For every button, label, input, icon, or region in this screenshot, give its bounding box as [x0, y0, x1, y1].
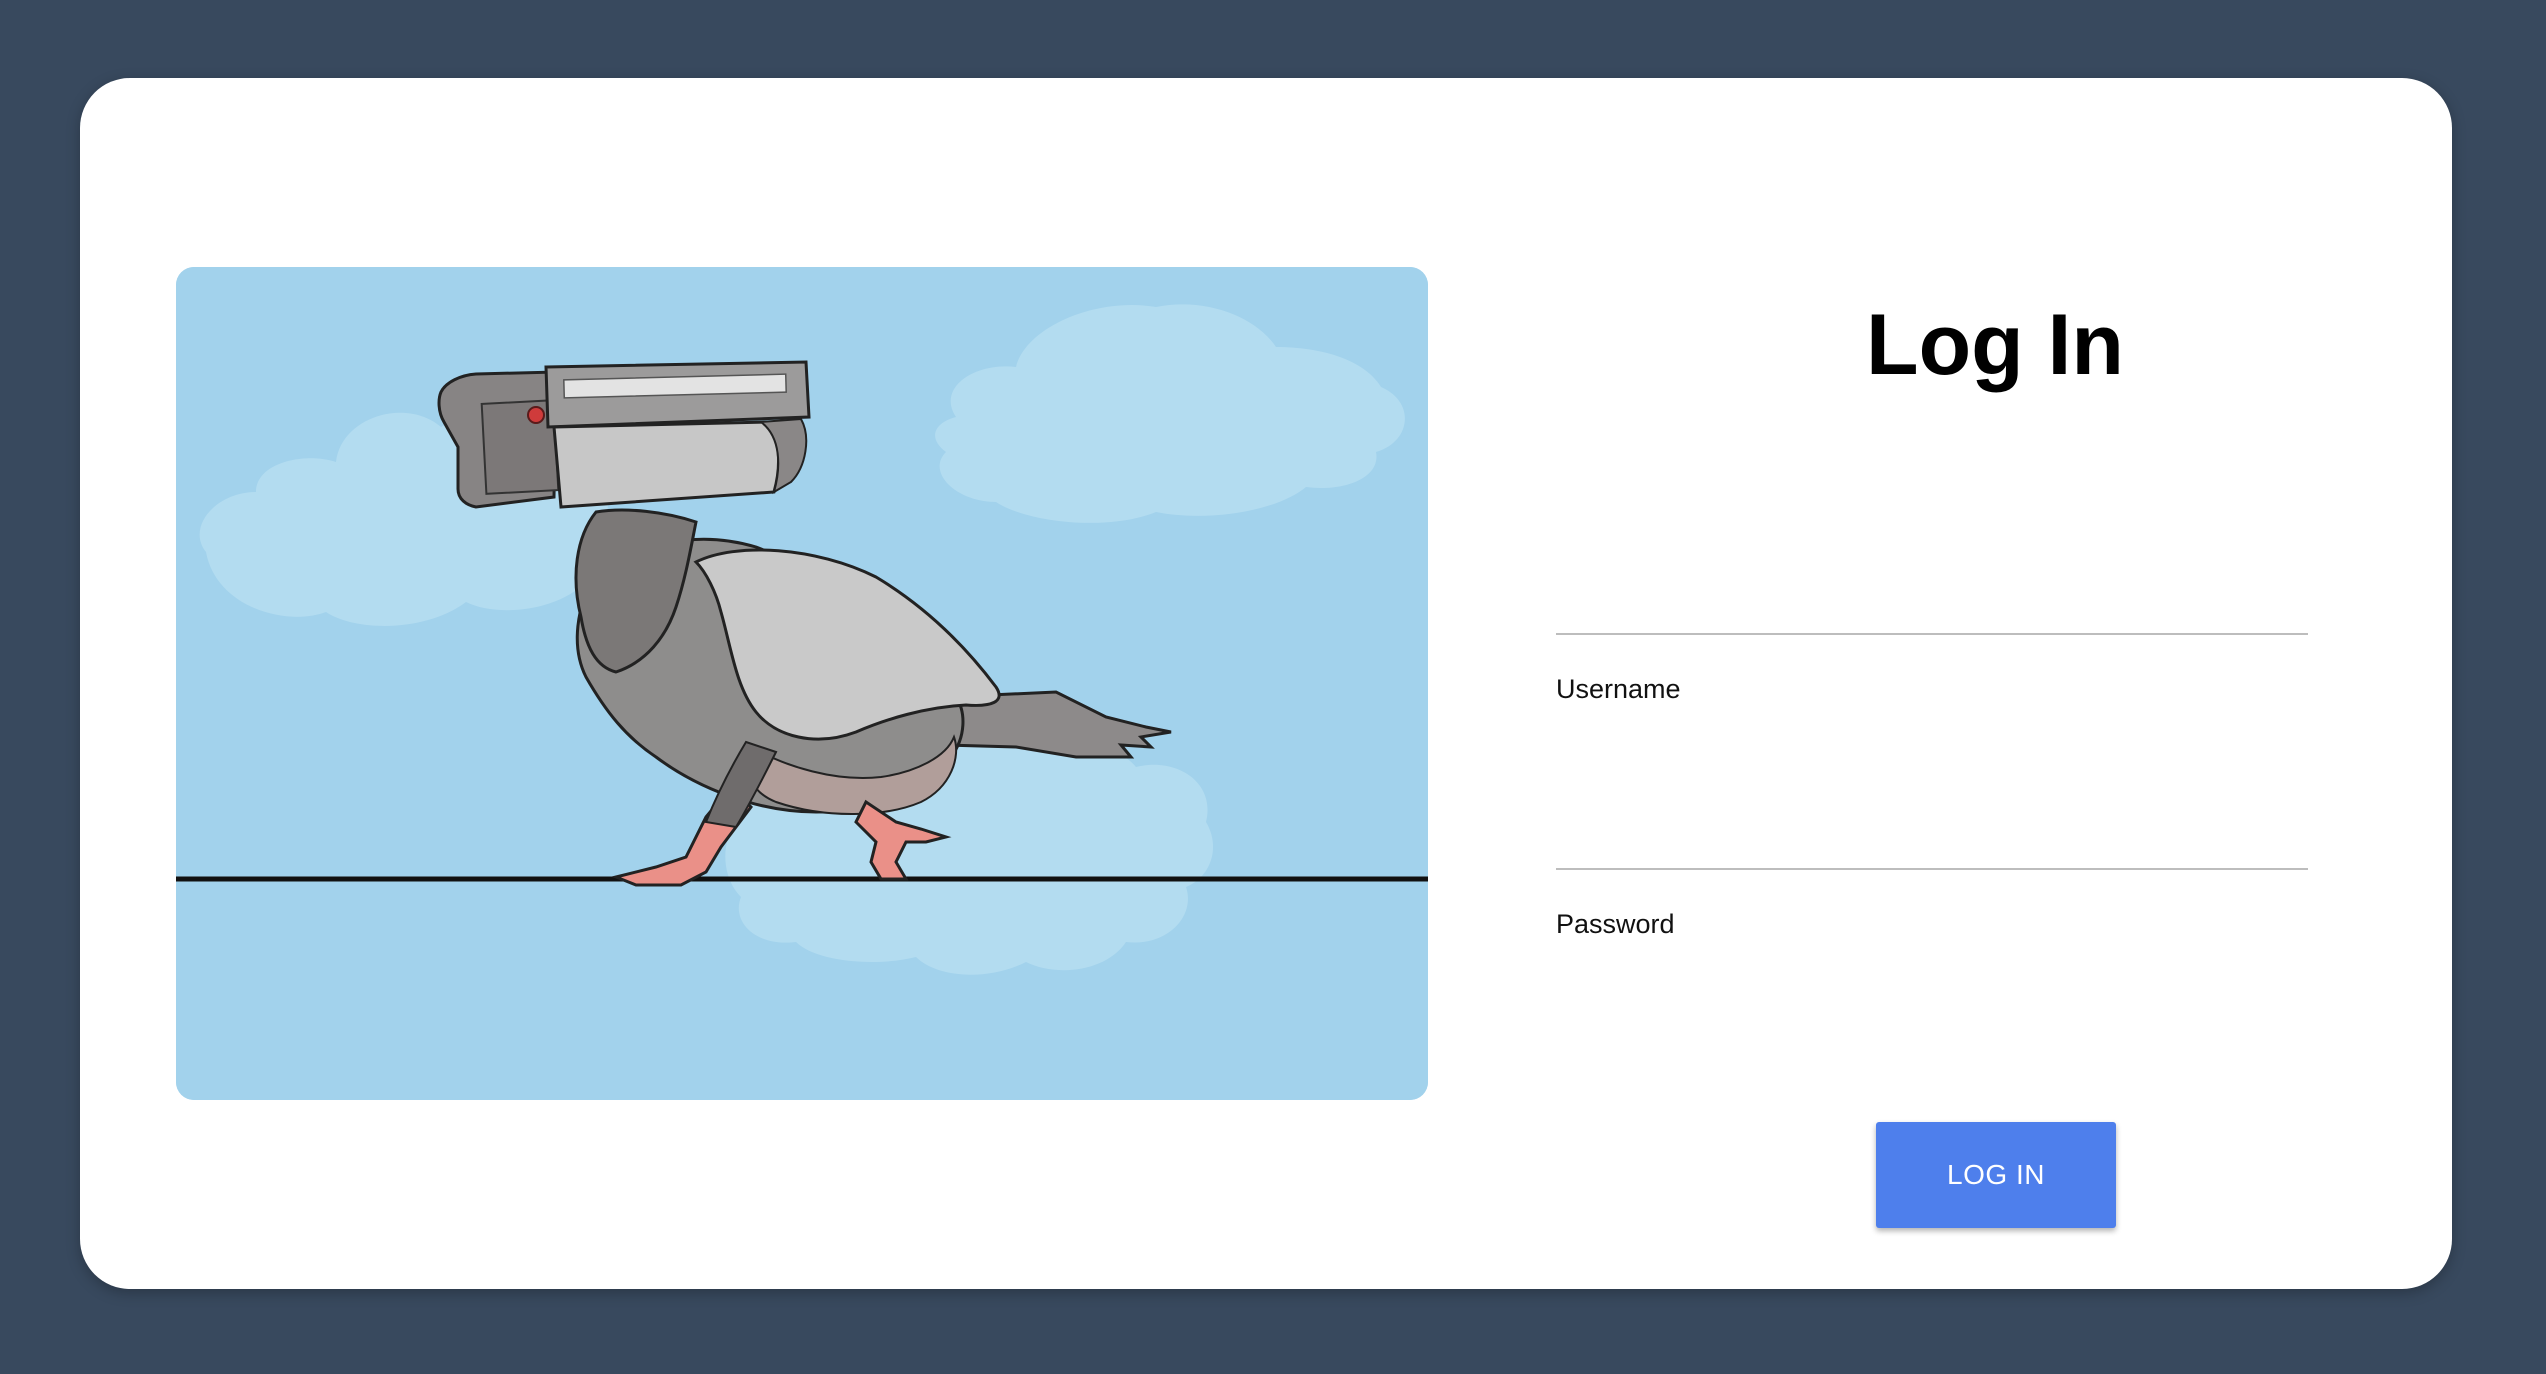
login-card: Log In Username Password LOG IN: [80, 78, 2452, 1289]
username-label: Username: [1556, 674, 1681, 704]
page-title: Log In: [1866, 297, 2124, 393]
password-input[interactable]: [1556, 776, 2308, 864]
pigeon-camera-illustration: [176, 267, 1428, 1100]
password-underline: [1556, 868, 2308, 870]
login-button[interactable]: LOG IN: [1876, 1122, 2116, 1228]
password-label: Password: [1556, 909, 1675, 939]
username-input[interactable]: [1556, 541, 2308, 629]
username-underline: [1556, 633, 2308, 635]
